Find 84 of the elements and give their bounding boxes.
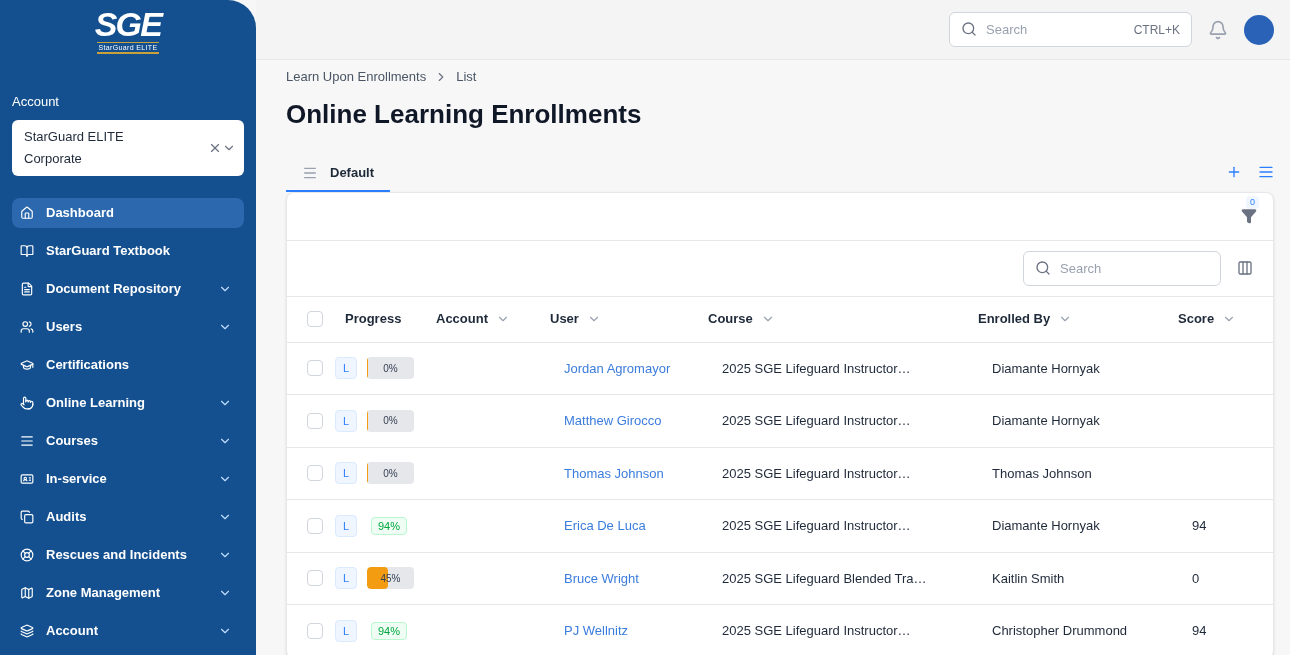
avatar[interactable]	[1244, 14, 1274, 45]
shortcut-hint: CTRL+K	[1133, 22, 1180, 39]
copy-icon	[20, 509, 34, 524]
notification-bell-icon[interactable]	[1208, 19, 1228, 40]
users-icon	[20, 319, 34, 334]
page-title: Online Learning Enrollments	[286, 97, 643, 131]
book-icon	[20, 243, 34, 258]
source-badge: L	[335, 462, 357, 485]
breadcrumb[interactable]: List	[456, 67, 477, 87]
column-header[interactable]: Score	[1178, 309, 1215, 329]
nav-item[interactable]: Dashboard	[12, 197, 244, 228]
stack-icon	[20, 623, 34, 638]
graduation-cap-icon	[20, 357, 34, 372]
nav-item[interactable]: Users	[12, 311, 244, 342]
table-cell: 94	[1192, 623, 1207, 638]
filter-icon[interactable]	[1241, 208, 1257, 224]
table-cell: Diamante Hornyak	[992, 360, 1100, 376]
source-badge: L	[335, 514, 357, 537]
progress-bar: 0%	[367, 409, 414, 432]
user-link[interactable]: Jordan Agromayor	[564, 360, 671, 376]
id-card-icon	[20, 471, 34, 486]
source-badge: L	[335, 409, 357, 432]
table-cell: 2025 SGE Lifeguard Instructor…	[722, 518, 911, 533]
field-label: Account	[12, 93, 60, 111]
pointer-icon	[20, 395, 34, 410]
progress-badge: 94%	[371, 517, 408, 535]
table-cell: 2025 SGE Lifeguard Instructor…	[722, 465, 911, 481]
checkbox[interactable]	[307, 465, 323, 482]
table-cell: Diamante Hornyak	[992, 518, 1100, 533]
source-badge: L	[335, 619, 357, 642]
source-badge: L	[335, 567, 357, 590]
nav-item[interactable]: StarGuard Textbook	[12, 235, 244, 266]
column-header[interactable]: Enrolled By	[978, 309, 1051, 329]
lifebuoy-icon	[20, 547, 34, 562]
map-icon	[20, 585, 34, 600]
table-cell: Christopher Drummond	[992, 623, 1128, 638]
nav-item[interactable]: Audits	[12, 501, 244, 532]
list-icon	[20, 433, 34, 448]
search-icon	[961, 21, 977, 37]
filter-count-badge: 0	[1246, 195, 1259, 209]
document-icon	[20, 281, 34, 296]
table-cell: 2025 SGE Lifeguard Instructor…	[722, 413, 911, 428]
user-link[interactable]: Thomas Johnson	[564, 465, 664, 481]
table-search-field[interactable]: Search	[1023, 250, 1221, 286]
nav-item[interactable]: Zone Management	[12, 577, 244, 608]
table-cell: Kaitlin Smith	[992, 570, 1065, 586]
table-cell: Thomas Johnson	[992, 465, 1092, 481]
nav-item[interactable]: In-service	[12, 463, 244, 494]
table-cell: 0	[1192, 570, 1200, 586]
nav-item[interactable]: Document Repository	[12, 273, 244, 304]
checkbox[interactable]	[307, 517, 323, 534]
table-cell: Diamante Hornyak	[992, 413, 1100, 428]
columns-icon[interactable]	[1237, 260, 1253, 276]
column-header[interactable]: Course	[708, 309, 753, 329]
table-cell: 2025 SGE Lifeguard Instructor…	[722, 360, 911, 376]
nav-item[interactable]: Online Learning	[12, 387, 244, 418]
checkbox[interactable]	[307, 570, 323, 587]
user-link[interactable]: Bruce Wright	[564, 570, 639, 586]
user-link[interactable]: Erica De Luca	[564, 518, 646, 533]
table-cell: 2025 SGE Lifeguard Instructor…	[722, 623, 911, 638]
logo-mark: SGE	[94, 6, 162, 42]
progress-bar: 0%	[367, 357, 414, 380]
user-link[interactable]: Matthew Girocco	[564, 413, 662, 428]
breadcrumb[interactable]: Learn Upon Enrollments	[286, 67, 427, 87]
nav-item[interactable]: Rescues and Incidents	[12, 539, 244, 570]
source-badge: L	[335, 357, 357, 380]
nav-item[interactable]: Courses	[12, 425, 244, 456]
table-cell: 94	[1192, 518, 1207, 533]
progress-bar: 0%	[367, 462, 414, 485]
home-icon	[20, 205, 34, 220]
nav-item[interactable]: Account	[12, 615, 244, 646]
nav-item[interactable]: Certifications	[12, 349, 244, 380]
column-header[interactable]: User	[550, 309, 579, 329]
user-link[interactable]: PJ Wellnitz	[564, 623, 629, 638]
checkbox[interactable]	[307, 412, 323, 429]
account-select[interactable]: StarGuard ELITE Corporate	[12, 119, 244, 176]
checkbox[interactable]	[307, 311, 323, 327]
progress-badge: 94%	[371, 622, 408, 640]
column-header[interactable]: Account	[436, 309, 488, 329]
column-header[interactable]: Progress	[345, 309, 402, 329]
checkbox[interactable]	[307, 360, 323, 377]
search-icon	[1035, 259, 1051, 276]
table-cell: 2025 SGE Lifeguard Blended Tra…	[722, 570, 927, 586]
checkbox[interactable]	[307, 622, 323, 639]
